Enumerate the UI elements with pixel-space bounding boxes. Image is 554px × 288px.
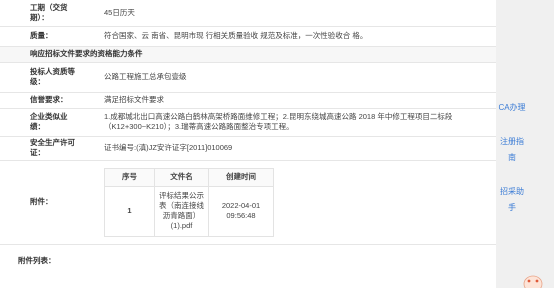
attachment-table: 序号 文件名 创建时间 1 评标结果公示表（南连接线沥青路面）(1).pdf 2… — [104, 167, 274, 237]
duration-value: 45日历天 — [76, 0, 496, 27]
ca-apply-link[interactable]: CA办理 — [497, 100, 527, 116]
mascot-icon[interactable] — [522, 270, 544, 288]
col-filename-header: 文件名 — [154, 167, 209, 187]
attachment-cell: 序号 文件名 创建时间 1 评标结果公示表（南连接线沥青路面）(1).pdf 2… — [76, 160, 496, 245]
attachment-filename-link[interactable]: 评标结果公示表（南连接线沥青路面）(1).pdf — [154, 185, 209, 237]
row-attachment: 附件： 序号 文件名 创建时间 1 评标结果公示表（南连接线沥青路面）(1).p… — [0, 160, 496, 245]
row-section-qualification: 响应招标文件要求的资格能力条件 — [0, 46, 496, 63]
attachment-header-row: 序号 文件名 创建时间 — [104, 167, 274, 187]
performance-value: 1.成都城北出口高速公路白鹤林高架桥路面维修工程；2.昆明东绕城高速公路 201… — [76, 108, 496, 137]
safety-value: 证书编号:(滇)JZ安许证字[2011]010069 — [76, 136, 496, 161]
attachment-created: 2022-04-01 09:56:48 — [208, 185, 274, 237]
attachment-list-label: 附件列表： — [18, 256, 56, 265]
side-helper-menu: CA办理 注册指南 招采助手 — [497, 100, 527, 216]
purchase-assistant-link[interactable]: 招采助手 — [497, 184, 527, 216]
row-qualification: 投标人资质等级： 公路工程施工总承包壹级 — [0, 62, 496, 93]
performance-label: 企业类似业绩： — [0, 108, 76, 137]
attachment-row: 1 评标结果公示表（南连接线沥青路面）(1).pdf 2022-04-01 09… — [104, 185, 274, 237]
qualification-value: 公路工程施工总承包壹级 — [76, 62, 496, 93]
qualification-label: 投标人资质等级： — [0, 62, 76, 93]
section-title: 响应招标文件要求的资格能力条件 — [0, 46, 496, 63]
credit-label: 信誉要求： — [0, 92, 76, 109]
credit-value: 满足招标文件要求 — [76, 92, 496, 109]
row-credit: 信誉要求： 满足招标文件要求 — [0, 92, 496, 109]
safety-label: 安全生产许可证： — [0, 136, 76, 161]
register-guide-link[interactable]: 注册指南 — [497, 134, 527, 166]
row-safety: 安全生产许可证： 证书编号:(滇)JZ安许证字[2011]010069 — [0, 136, 496, 161]
col-created-header: 创建时间 — [208, 167, 274, 187]
quality-label: 质量： — [0, 26, 76, 47]
tender-detail-panel: 工期（交货期）： 45日历天 质量： 符合国家、云 南省、昆明市现 行相关质量验… — [0, 0, 496, 288]
attachment-label: 附件： — [0, 160, 76, 245]
attachment-index: 1 — [104, 185, 155, 237]
row-performance: 企业类似业绩： 1.成都城北出口高速公路白鹤林高架桥路面维修工程；2.昆明东绕城… — [0, 108, 496, 137]
col-index-header: 序号 — [104, 167, 155, 187]
quality-value: 符合国家、云 南省、昆明市现 行相关质量验收 规范及标准，一次性验收合 格。 — [76, 26, 496, 47]
row-quality: 质量： 符合国家、云 南省、昆明市现 行相关质量验收 规范及标准，一次性验收合 … — [0, 26, 496, 47]
duration-label: 工期（交货期）： — [0, 0, 76, 27]
tender-info-table: 工期（交货期）： 45日历天 质量： 符合国家、云 南省、昆明市现 行相关质量验… — [0, 0, 496, 245]
row-duration: 工期（交货期）： 45日历天 — [0, 0, 496, 27]
